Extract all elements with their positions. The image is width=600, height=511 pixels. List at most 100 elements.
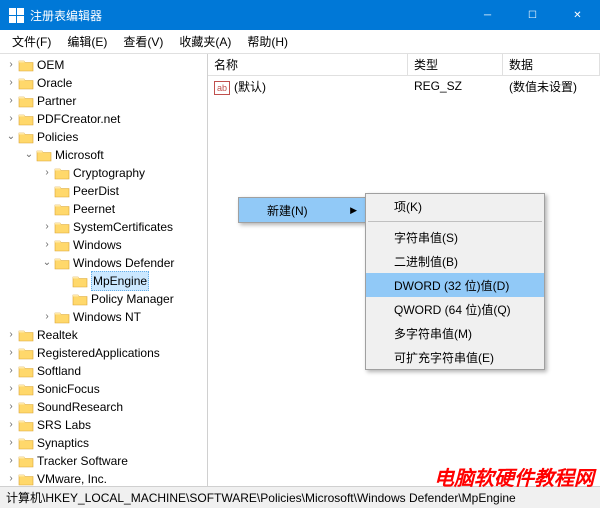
tree-node[interactable]: › OEM xyxy=(0,56,207,74)
folder-icon xyxy=(18,94,34,108)
sub-dword[interactable]: DWORD (32 位)值(D) xyxy=(366,273,544,297)
tree-node[interactable]: Peernet xyxy=(0,200,207,218)
cell-data: (数值未设置) xyxy=(503,78,583,95)
tree-node[interactable]: ⌄ Microsoft xyxy=(0,146,207,164)
tree-node[interactable]: › Synaptics xyxy=(0,434,207,452)
tree-node[interactable]: ⌄ Policies xyxy=(0,128,207,146)
tree-label[interactable]: SystemCertificates xyxy=(73,218,173,236)
tree-label[interactable]: PeerDist xyxy=(73,182,119,200)
expand-icon[interactable]: › xyxy=(4,470,18,486)
tree-node[interactable]: › RegisteredApplications xyxy=(0,344,207,362)
tree-label[interactable]: RegisteredApplications xyxy=(37,344,160,362)
expand-icon[interactable]: ⌄ xyxy=(4,128,18,146)
close-button[interactable]: ✕ xyxy=(555,0,600,30)
expand-icon[interactable]: ⌄ xyxy=(22,146,36,164)
expand-icon[interactable]: › xyxy=(40,164,54,182)
expand-icon[interactable]: › xyxy=(40,308,54,326)
expand-icon[interactable]: › xyxy=(4,380,18,398)
tree-label[interactable]: Windows xyxy=(73,236,122,254)
tree-node[interactable]: › Windows xyxy=(0,236,207,254)
status-path: 计算机\HKEY_LOCAL_MACHINE\SOFTWARE\Policies… xyxy=(6,489,516,506)
tree-label[interactable]: Oracle xyxy=(37,74,72,92)
tree-node[interactable]: › Partner xyxy=(0,92,207,110)
expand-icon[interactable]: › xyxy=(4,74,18,92)
sub-qword[interactable]: QWORD (64 位)值(Q) xyxy=(366,297,544,321)
tree-label[interactable]: SonicFocus xyxy=(37,380,100,398)
tree-node[interactable]: › Realtek xyxy=(0,326,207,344)
col-data[interactable]: 数据 xyxy=(503,54,600,75)
tree-label[interactable]: Tracker Software xyxy=(37,452,128,470)
expand-icon[interactable]: › xyxy=(4,92,18,110)
tree-label[interactable]: Partner xyxy=(37,92,76,110)
sub-binary[interactable]: 二进制值(B) xyxy=(366,249,544,273)
expand-icon[interactable]: › xyxy=(4,434,18,452)
menu-file[interactable]: 文件(F) xyxy=(4,31,59,52)
tree-pane[interactable]: ›OEM›Oracle›Partner›PDFCreator.net⌄Polic… xyxy=(0,54,208,486)
tree-node[interactable]: Policy Manager xyxy=(0,290,207,308)
sub-string[interactable]: 字符串值(S) xyxy=(366,225,544,249)
expand-icon[interactable]: › xyxy=(4,452,18,470)
context-menu: 新建(N)▶ xyxy=(238,197,366,223)
tree-node[interactable]: › PDFCreator.net xyxy=(0,110,207,128)
tree-label[interactable]: Peernet xyxy=(73,200,115,218)
tree-node[interactable]: › Windows NT xyxy=(0,308,207,326)
tree-node[interactable]: › VMware, Inc. xyxy=(0,470,207,486)
tree-label[interactable]: Softland xyxy=(37,362,81,380)
tree-node[interactable]: ⌄ Windows Defender xyxy=(0,254,207,272)
expand-icon[interactable]: › xyxy=(4,416,18,434)
tree-label[interactable]: OEM xyxy=(37,56,64,74)
expand-icon[interactable]: › xyxy=(4,398,18,416)
expand-icon[interactable]: › xyxy=(4,326,18,344)
sub-expandstring[interactable]: 可扩充字符串值(E) xyxy=(366,345,544,369)
folder-icon xyxy=(18,418,34,432)
tree-label[interactable]: Windows Defender xyxy=(73,254,174,272)
tree-node[interactable]: MpEngine xyxy=(0,272,207,290)
sub-key[interactable]: 项(K) xyxy=(366,194,544,218)
tree-label[interactable]: PDFCreator.net xyxy=(37,110,120,128)
folder-icon xyxy=(54,220,70,234)
tree-label[interactable]: SRS Labs xyxy=(37,416,91,434)
minimize-button[interactable]: ─ xyxy=(465,0,510,30)
expand-icon[interactable]: › xyxy=(4,110,18,128)
expand-icon[interactable]: › xyxy=(40,218,54,236)
tree-label[interactable]: SoundResearch xyxy=(37,398,123,416)
col-type[interactable]: 类型 xyxy=(408,54,503,75)
cell-name: ab(默认) xyxy=(208,78,408,95)
menu-view[interactable]: 查看(V) xyxy=(115,31,171,52)
maximize-button[interactable]: ☐ xyxy=(510,0,555,30)
folder-icon xyxy=(54,238,70,252)
menu-favorites[interactable]: 收藏夹(A) xyxy=(171,31,239,52)
tree-node[interactable]: › SystemCertificates xyxy=(0,218,207,236)
expand-icon[interactable]: › xyxy=(4,56,18,74)
folder-icon xyxy=(18,346,34,360)
expand-icon[interactable]: › xyxy=(4,362,18,380)
tree-node[interactable]: › SRS Labs xyxy=(0,416,207,434)
tree-label[interactable]: Windows NT xyxy=(73,308,141,326)
tree-label[interactable]: VMware, Inc. xyxy=(37,470,107,486)
expand-icon[interactable]: › xyxy=(4,344,18,362)
tree-label[interactable]: Microsoft xyxy=(55,146,104,164)
tree-node[interactable]: PeerDist xyxy=(0,182,207,200)
tree-label[interactable]: MpEngine xyxy=(91,271,149,291)
tree-node[interactable]: › Cryptography xyxy=(0,164,207,182)
tree-label[interactable]: Realtek xyxy=(37,326,78,344)
expand-icon[interactable]: ⌄ xyxy=(40,254,54,272)
tree-label[interactable]: Cryptography xyxy=(73,164,145,182)
tree-label[interactable]: Policy Manager xyxy=(91,290,174,308)
menu-edit[interactable]: 编辑(E) xyxy=(59,31,115,52)
list-row[interactable]: ab(默认) REG_SZ (数值未设置) xyxy=(208,76,600,96)
tree-node[interactable]: › Softland xyxy=(0,362,207,380)
tree-node[interactable]: › SonicFocus xyxy=(0,380,207,398)
sub-multistring[interactable]: 多字符串值(M) xyxy=(366,321,544,345)
expand-icon[interactable]: › xyxy=(40,236,54,254)
tree-node[interactable]: › SoundResearch xyxy=(0,398,207,416)
tree-node[interactable]: › Tracker Software xyxy=(0,452,207,470)
tree-label[interactable]: Policies xyxy=(37,128,78,146)
tree-label[interactable]: Synaptics xyxy=(37,434,89,452)
col-name[interactable]: 名称 xyxy=(208,54,408,75)
list-pane[interactable]: 名称 类型 数据 ab(默认) REG_SZ (数值未设置) 新建(N)▶ 项(… xyxy=(208,54,600,486)
menu-help[interactable]: 帮助(H) xyxy=(239,31,296,52)
tree-node[interactable]: › Oracle xyxy=(0,74,207,92)
ctx-new[interactable]: 新建(N)▶ xyxy=(239,198,365,222)
context-submenu: 项(K) 字符串值(S) 二进制值(B) DWORD (32 位)值(D) QW… xyxy=(365,193,545,370)
